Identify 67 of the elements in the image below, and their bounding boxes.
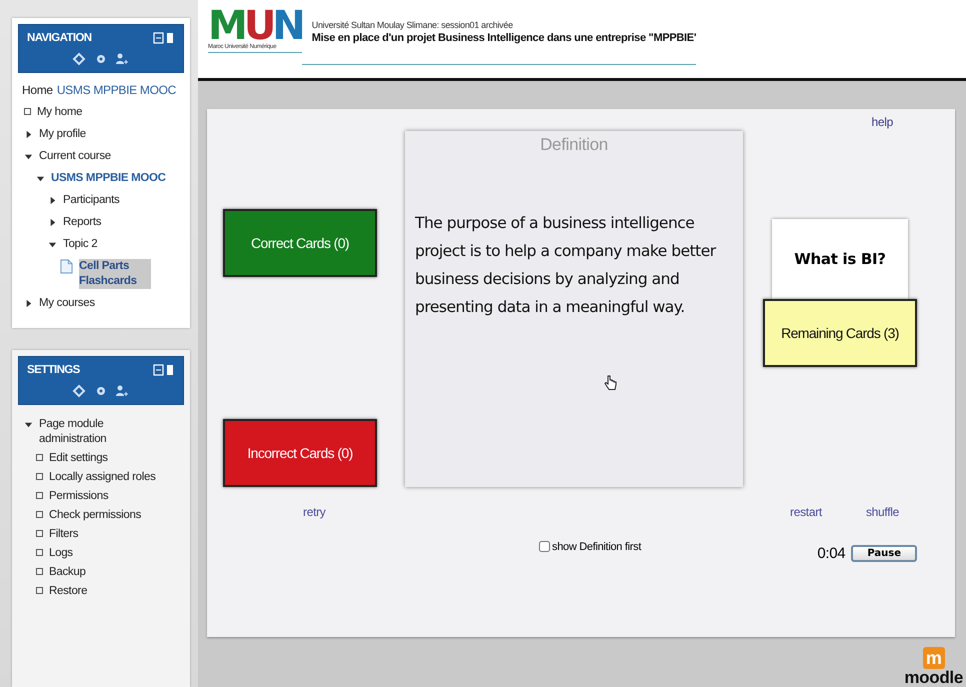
dock-icon[interactable] — [153, 32, 175, 44]
checkbox-label: show Definition first — [552, 540, 642, 552]
bullet-icon — [36, 511, 43, 518]
tree-item[interactable]: USMS MPPBIE MOOC — [51, 171, 166, 186]
restart-link[interactable]: restart — [790, 505, 822, 519]
logo-letter: N — [272, 8, 302, 44]
checkbox[interactable] — [539, 541, 550, 552]
bullet-icon — [36, 492, 43, 499]
collapsed-arrow-icon[interactable] — [24, 130, 33, 139]
logo-letter: M — [208, 8, 244, 44]
logo-letter: U — [244, 8, 272, 44]
expanded-arrow-icon[interactable] — [36, 174, 45, 183]
tree-item[interactable]: Backup — [49, 565, 86, 580]
bullet-icon — [36, 473, 43, 480]
moodle-logo-name: moodle — [904, 669, 963, 687]
collapsed-arrow-icon[interactable] — [48, 218, 57, 227]
tree-item[interactable]: Filters — [49, 527, 78, 542]
flashcard[interactable]: Definition The purpose of a business intelligence project is to help a company make better business decisions by analyzing and presenting data in a meaningful way. — [405, 131, 743, 487]
card-side-label: Definition — [540, 135, 608, 155]
tree-item[interactable]: Participants — [63, 193, 120, 208]
collapsed-arrow-icon[interactable] — [24, 299, 33, 308]
retry-link[interactable]: retry — [303, 505, 326, 519]
block-tools-icon[interactable] — [71, 52, 131, 66]
block-tools-icon[interactable] — [71, 384, 131, 398]
tree-item[interactable]: Edit settings — [49, 451, 108, 466]
hand-cursor-icon — [603, 375, 617, 391]
site-name: Université Sultan Moulay Slimane: session01 archivée — [312, 20, 514, 30]
expanded-arrow-icon[interactable] — [48, 240, 57, 249]
document-icon — [60, 259, 73, 274]
tree-item[interactable]: Current course — [39, 149, 111, 164]
card-text: The purpose of a business intelligence project is to help a company make better business decisions by analyzing and presenting data in a meaningful way. — [415, 213, 718, 318]
tree-item[interactable]: Topic 2 — [63, 237, 98, 252]
tree-item[interactable]: Restore — [49, 584, 88, 599]
remaining-cards-pile[interactable]: Remaining Cards (3) — [763, 299, 917, 367]
course-link[interactable]: USMS MPPBIE MOOC — [56, 83, 176, 97]
home-link[interactable]: Home — [22, 83, 53, 97]
bullet-icon — [36, 530, 43, 537]
bullet-icon — [24, 108, 31, 115]
moodle-logo-mark: m — [922, 647, 945, 669]
correct-cards-pile[interactable]: Correct Cards (0) — [223, 209, 377, 277]
bullet-icon — [36, 568, 43, 575]
pause-button[interactable]: Pause — [851, 545, 917, 562]
course-title: Mise en place d'un projet Business Intelligence dans une entreprise "MPPBIE' — [312, 32, 696, 44]
tree-item[interactable]: My courses — [39, 296, 95, 311]
timer: 0:04 — [817, 545, 846, 562]
tree-item[interactable]: My profile — [39, 127, 86, 142]
incorrect-cards-pile[interactable]: Incorrect Cards (0) — [223, 419, 377, 487]
shuffle-link[interactable]: shuffle — [866, 505, 899, 519]
collapsed-arrow-icon[interactable] — [48, 196, 57, 205]
expanded-arrow-icon[interactable] — [24, 152, 33, 161]
expanded-arrow-icon[interactable] — [24, 420, 33, 429]
tree-item[interactable]: Permissions — [49, 489, 108, 504]
dock-icon[interactable] — [153, 364, 175, 376]
tree-item[interactable]: Logs — [49, 546, 73, 561]
tree-item[interactable]: Cell Parts Flashcards — [79, 259, 151, 289]
tree-item[interactable]: My home — [37, 105, 82, 120]
block-title: SETTINGS — [27, 364, 80, 376]
block-title: NAVIGATION — [27, 32, 92, 44]
next-card[interactable]: What is BI? — [772, 219, 908, 299]
tree-item[interactable]: Page module administration — [39, 417, 149, 447]
tree-item[interactable]: Reports — [63, 215, 102, 230]
tree-item[interactable]: Locally assigned roles — [49, 470, 156, 485]
tree-item[interactable]: Check permissions — [49, 508, 142, 523]
bullet-icon — [36, 454, 43, 461]
help-link[interactable]: help — [872, 115, 893, 129]
bullet-icon — [36, 549, 43, 556]
bullet-icon — [36, 587, 43, 594]
